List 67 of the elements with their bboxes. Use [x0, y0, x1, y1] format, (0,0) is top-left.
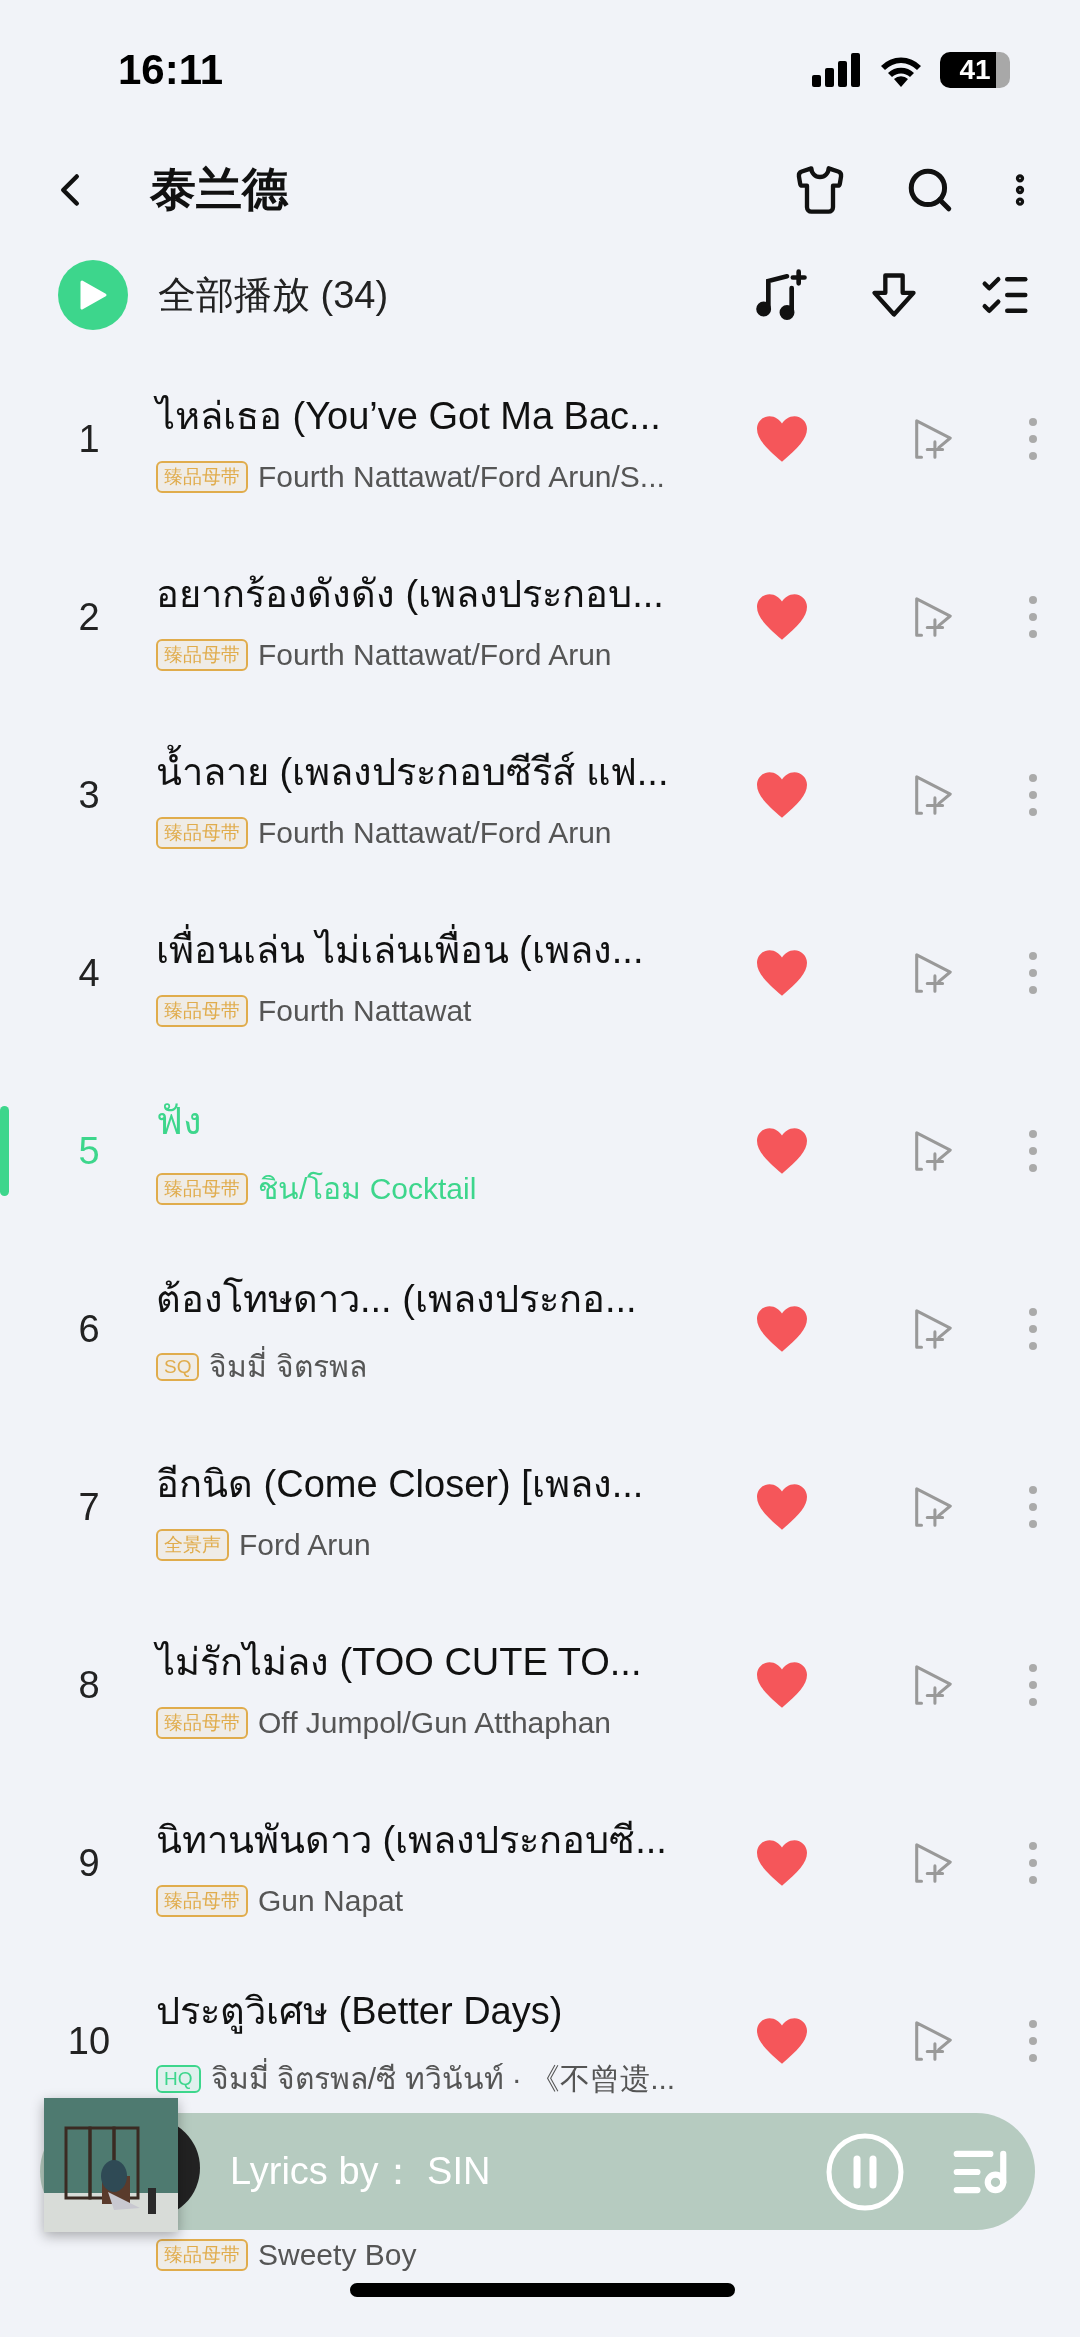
track-number: 6 [77, 1307, 101, 1351]
track-number: 4 [77, 951, 101, 995]
more-icon [1028, 417, 1038, 461]
pause-icon[interactable] [825, 2131, 905, 2212]
quality-tag: 臻品母带 [156, 1884, 248, 1917]
signal-icon [812, 53, 862, 87]
song-title[interactable]: เพื่อนเล่น ไม่เล่นเพื่อน (เพลง... [156, 918, 746, 980]
heart-icon[interactable] [754, 1482, 810, 1532]
track-number: 7 [77, 1485, 101, 1529]
artist-name: Ford Arun [239, 1527, 371, 1562]
track-number: 5 [77, 1129, 101, 1173]
heart-icon[interactable] [754, 1126, 810, 1176]
more-icon [1028, 1485, 1038, 1529]
more-icon [1028, 1129, 1038, 1173]
artist-name: Fourth Nattawat/Ford Arun/S... [258, 459, 665, 494]
status-time: 16:11 [118, 46, 224, 94]
artist-name: ชิน/โอม Cocktail [258, 1170, 477, 1207]
heart-icon[interactable] [754, 948, 810, 998]
more-icon [1028, 1663, 1038, 1707]
track-number: 9 [77, 1841, 101, 1885]
artist-name: จิมมี่ จิตรพล/ซี ทวินันท์ · 《不曾遗... [210, 2055, 676, 2102]
song-title[interactable]: น้ำลาย (เพลงประกอบซีรีส์ แฟ... [156, 740, 746, 802]
more-icon [1028, 1841, 1038, 1885]
more-icon [1028, 951, 1038, 995]
song-title[interactable]: ต้องโทษดาว... (เพลงประกอ... [156, 1268, 746, 1329]
song-title[interactable]: อีกนิด (Come Closer) [เพลง... [156, 1452, 746, 1514]
track-number: 8 [77, 1663, 101, 1707]
quality-tag: 臻品母带 [156, 1706, 248, 1739]
track-number: 1 [77, 417, 101, 461]
track-number: 10 [66, 2019, 112, 2063]
heart-icon[interactable] [754, 1660, 810, 1710]
quality-tag: 臻品母带 [156, 460, 248, 493]
quality-tag: 臻品母带 [156, 1172, 248, 1205]
heart-icon[interactable] [754, 414, 810, 464]
more-icon [1028, 773, 1038, 817]
song-title[interactable]: ประตูวิเศษ (Better Days) [156, 1980, 746, 2041]
heart-icon[interactable] [754, 2016, 810, 2066]
heart-icon[interactable] [754, 1304, 810, 1354]
more-icon [1028, 595, 1038, 639]
artist-name: จิมมี่ จิตรพล [209, 1343, 367, 1390]
battery-indicator: 41 [940, 52, 1010, 88]
artist-name: Gun Napat [258, 1883, 404, 1918]
lyrics-line: Lyrics by： SIN [230, 2149, 492, 2194]
quality-tag: 臻品母带 [156, 638, 248, 671]
artist-name: Sweety Boy [258, 2238, 417, 2272]
song-title[interactable]: อยากร้องดังดัง (เพลงประกอบ... [156, 562, 746, 624]
page-title: 泰兰德 [150, 162, 290, 217]
quality-tag: 全景声 [156, 1528, 229, 1561]
artist-name: Fourth Nattawat/Ford Arun [258, 637, 612, 672]
song-title[interactable]: นิทานพันดาว (เพลงประกอบซี... [156, 1808, 746, 1870]
quality-tag: SQ [156, 1352, 200, 1381]
track-number: 2 [77, 595, 101, 639]
quality-tag: 臻品母带 [156, 816, 248, 849]
heart-icon[interactable] [754, 592, 810, 642]
heart-icon[interactable] [754, 1838, 810, 1888]
artist-name: Fourth Nattawat [258, 993, 472, 1028]
track-number: 3 [77, 773, 101, 817]
quality-tag: 臻品母带 [156, 994, 248, 1027]
heart-icon[interactable] [754, 770, 810, 820]
quality-tag: 臻品母带 [156, 2239, 248, 2271]
play-icon[interactable] [78, 279, 108, 311]
artist-name: Fourth Nattawat/Ford Arun [258, 815, 612, 850]
artist-name: Off Jumpol/Gun Atthaphan [258, 1705, 611, 1740]
more-icon [1028, 1307, 1038, 1351]
more-icon [1028, 2019, 1038, 2063]
quality-tag: HQ [156, 2064, 201, 2093]
play-all-label[interactable]: 全部播放 (34) [158, 269, 722, 321]
